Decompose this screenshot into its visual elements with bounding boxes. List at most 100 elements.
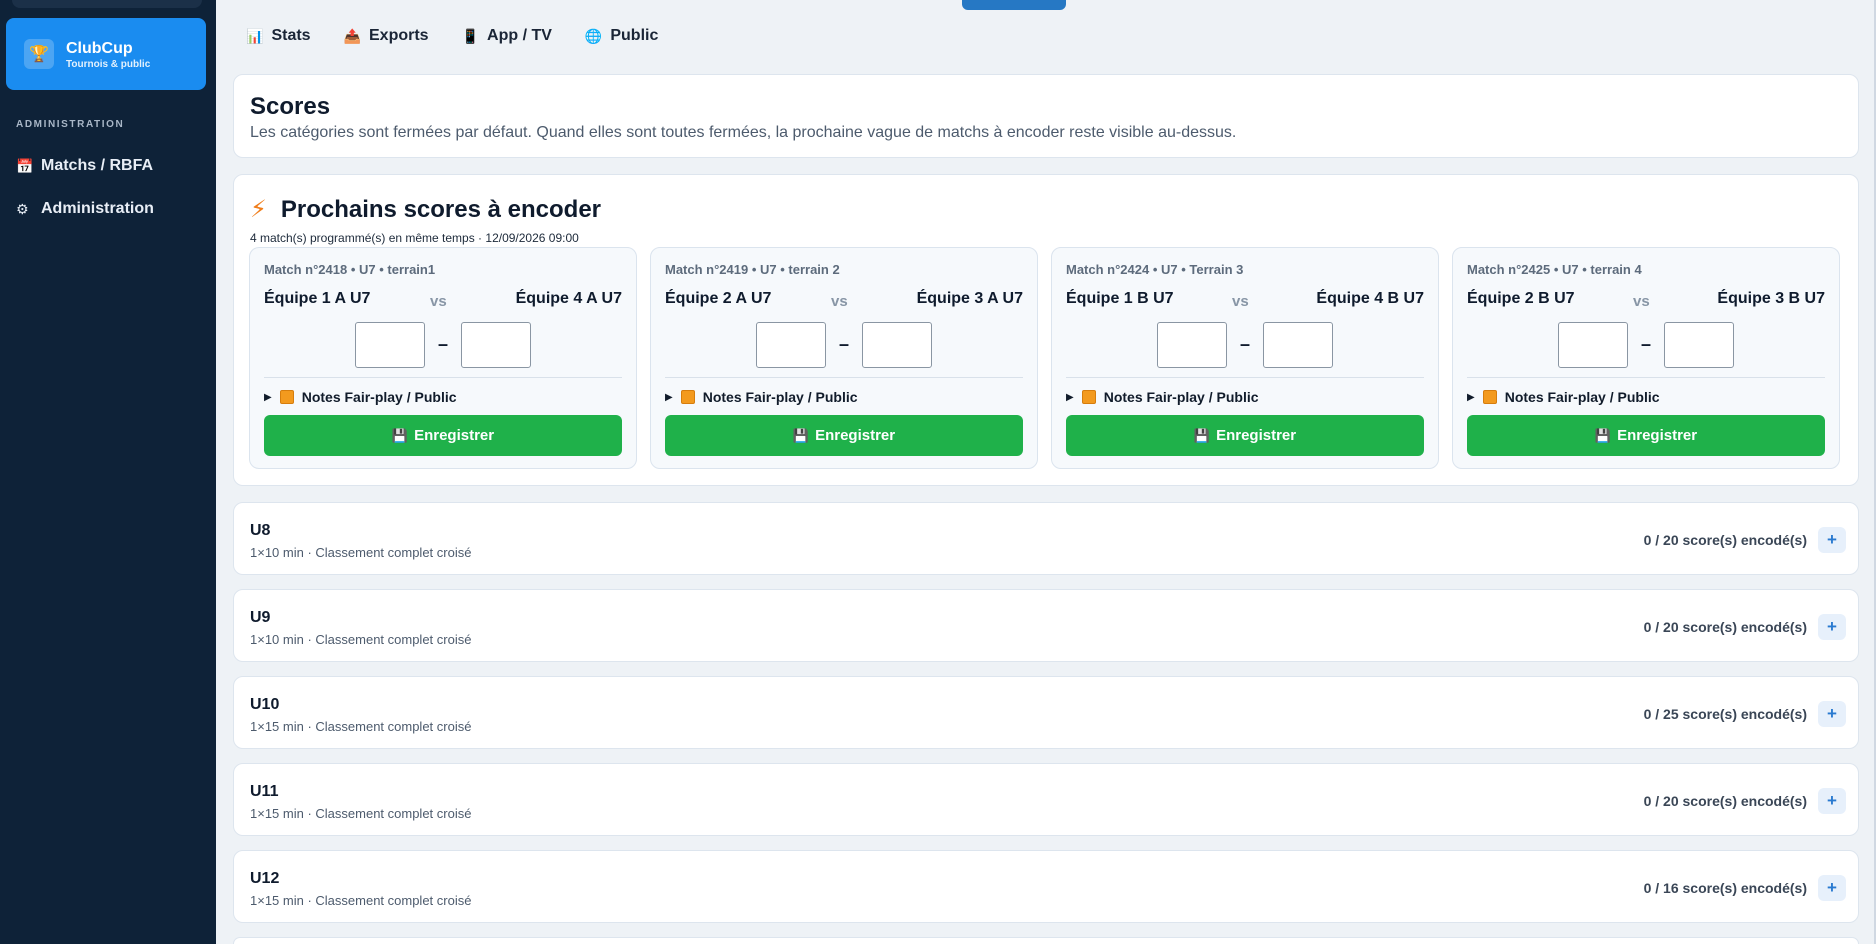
notes-fairplay-toggle[interactable]: ▶ Notes Fair-play / Public <box>1467 389 1660 405</box>
scores-header-card: Scores Les catégories sont fermées par d… <box>233 74 1859 158</box>
tab-label: App / TV <box>487 27 552 44</box>
category-name: U12 <box>250 870 280 887</box>
category-name: U11 <box>250 783 279 800</box>
category-name: U10 <box>250 696 280 713</box>
phone-icon: 📱 <box>461 27 480 44</box>
gear-icon: ⚙ <box>16 200 29 217</box>
category-score-count: 0 / 20 score(s) encodé(s) <box>1643 619 1807 635</box>
home-score-input[interactable] <box>756 322 826 368</box>
category-card-u9[interactable]: U9 1×10 min · Classement complet croisé … <box>233 589 1859 662</box>
category-score-count: 0 / 16 score(s) encodé(s) <box>1643 880 1807 896</box>
main-content: 📊 Stats 📤 Exports 📱 App / TV 🌐 Public Sc… <box>216 0 1876 944</box>
disclosure-triangle-icon: ▶ <box>665 391 673 403</box>
tab-exports[interactable]: 📤 Exports <box>344 27 429 45</box>
sidebar-item-label: Matchs / RBFA <box>41 157 154 174</box>
home-team: Équipe 2 A U7 <box>665 290 772 307</box>
page-title: Scores <box>250 93 331 120</box>
disclosure-triangle-icon: ▶ <box>264 391 272 403</box>
category-score-count: 0 / 20 score(s) encodé(s) <box>1643 793 1807 809</box>
calendar-icon: 📅 <box>16 157 34 174</box>
notes-label: Notes Fair-play / Public <box>301 389 457 405</box>
expand-button[interactable]: + <box>1818 614 1846 640</box>
category-card-u10[interactable]: U10 1×15 min · Classement complet croisé… <box>233 676 1859 749</box>
category-meta: 1×15 min · Classement complet croisé <box>250 719 472 734</box>
sidebar: 🏆 ClubCup Tournois & public ADMINISTRATI… <box>0 0 216 944</box>
next-card-edge <box>233 937 1859 944</box>
vs-label: vs <box>831 293 848 310</box>
expand-button[interactable]: + <box>1818 527 1846 553</box>
away-score-input[interactable] <box>461 322 531 368</box>
category-meta: 1×15 min · Classement complet croisé <box>250 893 472 908</box>
note-square-icon <box>1081 390 1096 404</box>
save-button[interactable]: 💾 Enregistrer <box>1066 415 1424 456</box>
match-header: Match n°2424 • U7 • Terrain 3 <box>1066 262 1244 277</box>
match-header: Match n°2419 • U7 • terrain 2 <box>665 262 840 277</box>
match-grid: Match n°2418 • U7 • terrain1 Équipe 1 A … <box>249 247 1840 469</box>
score-separator: – <box>839 334 850 354</box>
brand-block[interactable]: 🏆 ClubCup Tournois & public <box>6 18 206 90</box>
expand-button[interactable]: + <box>1818 875 1846 901</box>
away-team: Équipe 4 B U7 <box>1316 290 1424 307</box>
notes-label: Notes Fair-play / Public <box>1504 389 1660 405</box>
category-meta: 1×10 min · Classement complet croisé <box>250 632 472 647</box>
category-score-count: 0 / 25 score(s) encodé(s) <box>1643 706 1807 722</box>
category-card-u12[interactable]: U12 1×15 min · Classement complet croisé… <box>233 850 1859 923</box>
export-icon: 📤 <box>343 27 361 44</box>
away-score-input[interactable] <box>1263 322 1333 368</box>
away-score-input[interactable] <box>1664 322 1734 368</box>
category-meta: 1×15 min · Classement complet croisé <box>250 806 472 821</box>
sidebar-item-label: Administration <box>41 200 154 217</box>
notes-label: Notes Fair-play / Public <box>702 389 858 405</box>
floppy-disk-icon: 💾 <box>792 427 810 443</box>
divider <box>1066 377 1424 378</box>
nav-section-title: ADMINISTRATION <box>16 119 125 130</box>
tab-stats[interactable]: 📊 Stats <box>246 27 311 45</box>
brand-title: ClubCup <box>66 39 133 57</box>
note-square-icon <box>680 390 695 404</box>
floppy-disk-icon: 💾 <box>391 427 409 443</box>
tab-label: Stats <box>271 27 311 44</box>
home-score-input[interactable] <box>1558 322 1628 368</box>
home-score-input[interactable] <box>1157 322 1227 368</box>
save-button[interactable]: 💾 Enregistrer <box>665 415 1023 456</box>
tab-public[interactable]: 🌐 Public <box>585 27 658 45</box>
sidebar-top-tab <box>12 0 202 8</box>
vs-label: vs <box>430 293 447 310</box>
match-card: Match n°2419 • U7 • terrain 2 Équipe 2 A… <box>650 247 1038 469</box>
save-button[interactable]: 💾 Enregistrer <box>1467 415 1825 456</box>
top-tabs: 📊 Stats 📤 Exports 📱 App / TV 🌐 Public <box>246 27 691 45</box>
notes-fairplay-toggle[interactable]: ▶ Notes Fair-play / Public <box>665 389 858 405</box>
tab-app-tv[interactable]: 📱 App / TV <box>462 27 552 45</box>
divider <box>665 377 1023 378</box>
expand-button[interactable]: + <box>1818 701 1846 727</box>
tab-label: Exports <box>369 27 429 44</box>
save-label: Enregistrer <box>414 427 495 444</box>
floppy-disk-icon: 💾 <box>1594 427 1612 443</box>
expand-button[interactable]: + <box>1818 788 1846 814</box>
away-score-input[interactable] <box>862 322 932 368</box>
category-card-u11[interactable]: U11 1×15 min · Classement complet croisé… <box>233 763 1859 836</box>
match-card: Match n°2424 • U7 • Terrain 3 Équipe 1 B… <box>1051 247 1439 469</box>
disclosure-triangle-icon: ▶ <box>1066 391 1074 403</box>
next-scores-card: ⚡ Prochains scores à encoder 4 match(s) … <box>233 174 1859 486</box>
note-square-icon <box>279 390 294 404</box>
notes-fairplay-toggle[interactable]: ▶ Notes Fair-play / Public <box>264 389 457 405</box>
sidebar-item-matchs-rbfa[interactable]: 📅 Matchs / RBFA <box>16 154 153 178</box>
away-team: Équipe 3 B U7 <box>1717 290 1825 307</box>
sidebar-item-administration[interactable]: ⚙ Administration <box>16 197 154 221</box>
score-separator: – <box>1641 334 1652 354</box>
match-card: Match n°2425 • U7 • terrain 4 Équipe 2 B… <box>1452 247 1840 469</box>
score-separator: – <box>1240 334 1251 354</box>
category-score-count: 0 / 20 score(s) encodé(s) <box>1643 532 1807 548</box>
score-separator: – <box>438 334 449 354</box>
top-accent-bar <box>962 0 1066 10</box>
save-button[interactable]: 💾 Enregistrer <box>264 415 622 456</box>
notes-fairplay-toggle[interactable]: ▶ Notes Fair-play / Public <box>1066 389 1259 405</box>
note-square-icon <box>1482 390 1497 404</box>
save-label: Enregistrer <box>1617 427 1698 444</box>
home-team: Équipe 1 A U7 <box>264 290 371 307</box>
home-team: Équipe 2 B U7 <box>1467 290 1575 307</box>
home-score-input[interactable] <box>355 322 425 368</box>
category-card-u8[interactable]: U8 1×10 min · Classement complet croisé … <box>233 502 1859 575</box>
lightning-icon: ⚡ <box>250 196 267 223</box>
